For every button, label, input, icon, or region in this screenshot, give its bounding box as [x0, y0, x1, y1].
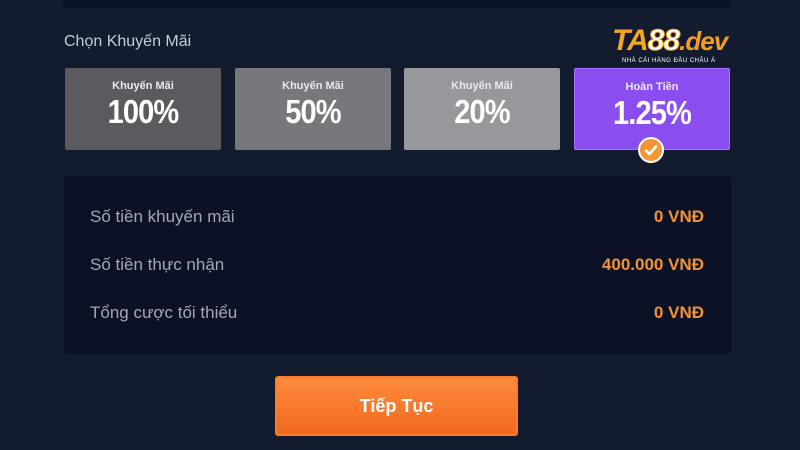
promotion-summary-panel: Số tiền khuyến mãi 0 VNĐ Số tiền thực nh… [64, 176, 731, 354]
summary-label: Tổng cược tối thiểu [90, 303, 238, 322]
brand-name-ta: TA [612, 24, 649, 57]
summary-value: 0 VNĐ [653, 303, 704, 322]
brand-name-number: 88 [647, 24, 680, 58]
promo-option-caption: Khuyến Mãi [112, 80, 174, 92]
top-panel-edge [63, 0, 731, 8]
summary-row: Tổng cược tối thiểu 0 VNĐ [90, 303, 704, 327]
promo-option-100[interactable]: Khuyến Mãi 100% [65, 68, 221, 150]
promo-option-value: 20% [454, 93, 510, 130]
summary-row: Số tiền khuyến mãi 0 VNĐ [90, 207, 704, 231]
summary-value: 400.000 VNĐ [601, 255, 704, 274]
summary-label: Số tiền thực nhận [90, 255, 225, 274]
check-icon [638, 137, 664, 163]
promotion-options: Khuyến Mãi 100% Khuyến Mãi 50% Khuyến Mã… [65, 68, 733, 152]
promo-option-caption: Khuyến Mãi [282, 80, 344, 92]
summary-value: 0 VNĐ [653, 207, 704, 226]
brand-logo: TA88.dev NHÀ CÁI HÀNG ĐẦU CHÂU Á [612, 24, 782, 72]
promo-option-caption: Khuyến Mãi [451, 80, 513, 92]
promotion-page: Chọn Khuyến Mãi TA88.dev NHÀ CÁI HÀNG ĐẦ… [0, 0, 800, 450]
brand-name-domain: .dev [679, 26, 728, 56]
section-title: Chọn Khuyến Mãi [64, 33, 192, 50]
summary-label: Số tiền khuyến mãi [90, 207, 235, 226]
continue-button[interactable]: Tiếp Tục [275, 376, 518, 436]
promo-option-value: 1.25% [613, 94, 692, 131]
promo-option-20[interactable]: Khuyến Mãi 20% [404, 68, 560, 150]
promo-option-caption: Hoàn Tiền [625, 81, 679, 93]
promo-option-50[interactable]: Khuyến Mãi 50% [235, 68, 391, 150]
brand-wordmark: TA88.dev [612, 24, 728, 58]
promo-option-value: 50% [285, 93, 341, 130]
promo-option-value: 100% [107, 93, 180, 130]
brand-tagline: NHÀ CÁI HÀNG ĐẦU CHÂU Á [622, 58, 716, 64]
summary-row: Số tiền thực nhận 400.000 VNĐ [90, 255, 704, 279]
